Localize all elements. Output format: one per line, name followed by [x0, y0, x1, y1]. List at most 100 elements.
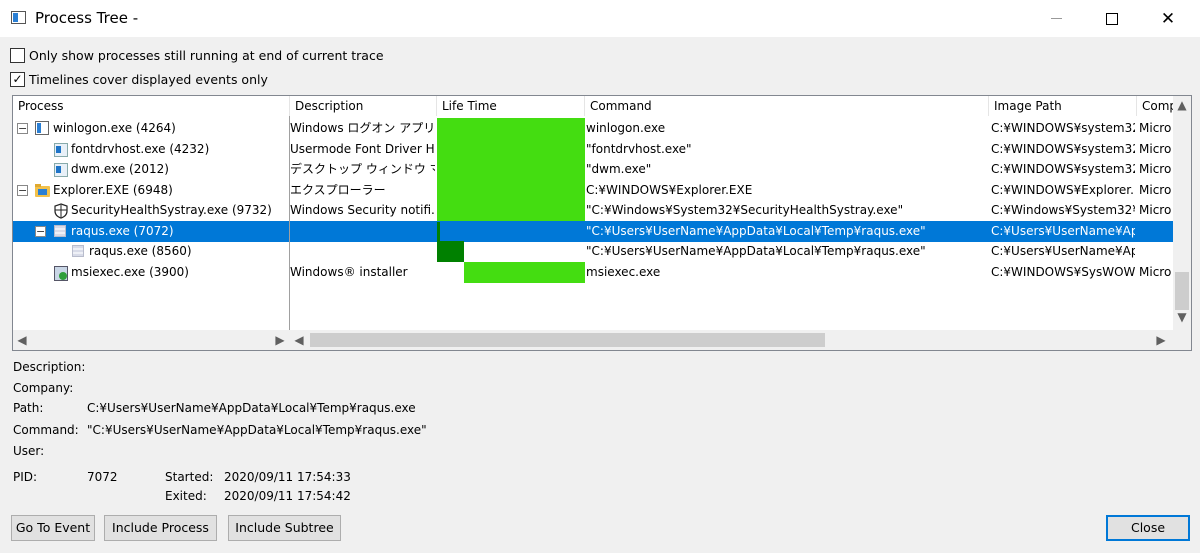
- process-description: Usermode Font Driver H...: [290, 141, 435, 156]
- horizontal-scroll-thumb[interactable]: [310, 333, 825, 347]
- app-icon: [53, 162, 68, 177]
- command-label: Command:: [13, 423, 79, 437]
- timelines-checkbox[interactable]: ✓: [10, 72, 25, 87]
- pane-splitter[interactable]: [289, 116, 290, 330]
- process-description: デスクトップ ウィンドウ マネ...: [290, 162, 435, 176]
- minimize-icon: [1050, 18, 1062, 19]
- path-value: C:¥Users¥UserName¥AppData¥Local¥Temp¥raq…: [87, 401, 416, 415]
- process-command: "C:¥Windows¥System32¥SecurityHealthSystr…: [586, 203, 904, 217]
- column-header-image-path[interactable]: Image Path: [989, 96, 1137, 116]
- only-running-checkbox[interactable]: [10, 48, 25, 63]
- details-pane-horizontal-scrollbar[interactable]: ◀ ▶: [290, 330, 1191, 350]
- maximize-button[interactable]: [1084, 0, 1140, 37]
- lifetime-bar: [437, 159, 585, 180]
- process-command: msiexec.exe: [586, 264, 661, 279]
- column-header-company[interactable]: Comp: [1137, 96, 1177, 116]
- window-title: Process Tree -: [35, 9, 139, 27]
- process-name: winlogon.exe (4264): [53, 121, 176, 135]
- process-command: "C:¥Users¥UserName¥AppData¥Local¥Temp¥ra…: [586, 244, 926, 258]
- exited-value: 2020/09/11 17:54:42: [224, 489, 351, 503]
- close-button[interactable]: Close: [1106, 515, 1190, 541]
- process-row[interactable]: raqus.exe (8560) "C:¥Users¥UserName¥AppDa…: [13, 241, 1173, 262]
- collapse-icon[interactable]: −: [17, 184, 28, 196]
- lifetime-bar: [437, 221, 440, 241]
- column-header-process[interactable]: Process: [13, 96, 290, 116]
- column-header-lifetime[interactable]: Life Time: [437, 96, 585, 116]
- process-company: [1139, 241, 1173, 262]
- process-description: [290, 221, 435, 242]
- process-description: Windows ログオン アプリケ...: [290, 121, 435, 135]
- maximize-icon: [1106, 12, 1118, 25]
- user-label: User:: [13, 444, 45, 458]
- window-icon: [35, 121, 49, 135]
- minimize-button[interactable]: [1028, 0, 1084, 37]
- process-command: winlogon.exe: [586, 121, 666, 135]
- app-icon: [53, 142, 68, 157]
- collapse-icon[interactable]: −: [35, 225, 46, 237]
- close-window-button[interactable]: ✕: [1140, 0, 1196, 37]
- scroll-down-icon[interactable]: ▼: [1173, 310, 1191, 324]
- scroll-left-icon[interactable]: ◀: [13, 333, 31, 347]
- started-value: 2020/09/11 17:54:33: [224, 470, 351, 484]
- close-icon: ✕: [1160, 8, 1176, 29]
- process-row[interactable]: msiexec.exe (3900) Windows® installer msie…: [13, 261, 1173, 283]
- lifetime-bar: [437, 200, 585, 221]
- pid-label: PID:: [13, 470, 38, 484]
- process-company: Micro: [1139, 121, 1172, 135]
- go-to-event-button[interactable]: Go To Event: [11, 515, 95, 541]
- column-header-command[interactable]: Command: [585, 96, 989, 116]
- column-header-description[interactable]: Description: [290, 96, 437, 116]
- process-command: "dwm.exe": [586, 162, 652, 176]
- process-row[interactable]: dwm.exe (2012) デスクトップ ウィンドウ マネ... "dwm.exe…: [13, 159, 1173, 180]
- process-company: Micro: [1139, 141, 1172, 156]
- title-bar: Process Tree - ✕: [0, 0, 1200, 37]
- process-pane-horizontal-scrollbar[interactable]: ◀ ▶: [13, 330, 290, 350]
- lifetime-bar: [437, 241, 464, 262]
- process-name: msiexec.exe (3900): [71, 264, 189, 279]
- exited-label: Exited:: [165, 489, 207, 503]
- process-row[interactable]: − Explorer.EXE (6948) エクスプローラー C:¥WINDOWS¥E…: [13, 179, 1173, 201]
- process-company: Micro: [1139, 182, 1172, 197]
- vertical-scrollbar[interactable]: ▲ ▼: [1173, 96, 1191, 330]
- process-row[interactable]: − raqus.exe (7072) "C:¥Users¥UserName¥AppD…: [13, 220, 1173, 242]
- company-label: Company:: [13, 381, 74, 395]
- process-rows: − winlogon.exe (4264) Windows ログオン アプリケ...…: [13, 118, 1173, 330]
- process-image-path: C:¥WINDOWS¥system32...: [991, 141, 1135, 156]
- include-process-button[interactable]: Include Process: [104, 515, 217, 541]
- process-company: Micro: [1139, 264, 1172, 279]
- process-image-path: C:¥Users¥UserName¥Ap...: [991, 244, 1135, 258]
- process-name: raqus.exe (8560): [89, 244, 192, 258]
- process-command: "C:¥Users¥UserName¥AppData¥Local¥Temp¥ra…: [586, 223, 926, 238]
- process-description: エクスプローラー: [290, 182, 386, 197]
- process-image-path: C:¥Users¥UserName¥Ap...: [991, 223, 1135, 238]
- collapse-icon[interactable]: −: [17, 123, 28, 134]
- process-company: [1139, 221, 1173, 242]
- lifetime-bar: [463, 261, 585, 283]
- scroll-right-icon[interactable]: ▶: [1152, 333, 1170, 347]
- process-description: Windows Security notifi...: [290, 203, 435, 217]
- scroll-right-icon[interactable]: ▶: [271, 333, 289, 347]
- process-name: Explorer.EXE (6948): [53, 182, 173, 197]
- process-row[interactable]: fontdrvhost.exe (4232) Usermode Font Driv…: [13, 138, 1173, 160]
- process-row[interactable]: − winlogon.exe (4264) Windows ログオン アプリケ...…: [13, 118, 1173, 139]
- process-image-path: C:¥WINDOWS¥system32...: [991, 121, 1135, 135]
- vertical-scroll-thumb[interactable]: [1175, 272, 1189, 310]
- lifetime-bar: [437, 179, 585, 201]
- process-tree-view[interactable]: Process Description Life Time Command Im…: [12, 95, 1192, 351]
- process-command: C:¥WINDOWS¥Explorer.EXE: [586, 182, 753, 197]
- shield-icon: [53, 203, 68, 219]
- process-image-path: C:¥WINDOWS¥Explorer....: [991, 182, 1135, 197]
- lifetime-bar: [437, 138, 585, 160]
- process-row[interactable]: SecurityHealthSystray.exe (9732) Windows …: [13, 200, 1173, 221]
- include-subtree-button[interactable]: Include Subtree: [228, 515, 341, 541]
- process-name: dwm.exe (2012): [71, 162, 169, 176]
- pid-value: 7072: [87, 470, 118, 484]
- scroll-up-icon[interactable]: ▲: [1173, 98, 1191, 112]
- installer-icon: [53, 265, 68, 281]
- description-label: Description:: [13, 360, 86, 374]
- path-label: Path:: [13, 401, 44, 415]
- process-name: raqus.exe (7072): [71, 223, 174, 238]
- process-description: [290, 241, 435, 262]
- scroll-left-icon[interactable]: ◀: [290, 333, 308, 347]
- process-company: Micro: [1139, 162, 1172, 176]
